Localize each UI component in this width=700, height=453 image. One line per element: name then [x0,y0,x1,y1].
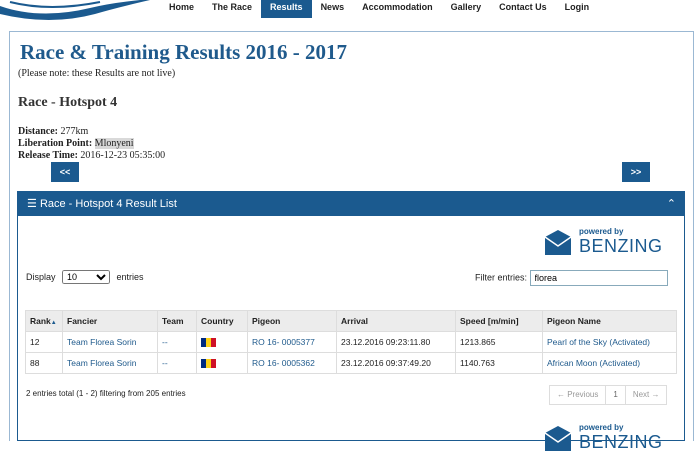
cell-team-link[interactable]: -- [157,352,197,374]
benzing-powered-by: powered by [579,227,624,236]
panel-title: Race - Hotspot 4 Result List [39,198,177,210]
content-border-left [9,31,10,441]
panel-title-wrap: ☰ Race - Hotspot 4 Result List [27,192,177,216]
results-note: (Please note: these Results are not live… [18,68,176,79]
pagination: ← Previous 1 Next → [549,385,668,405]
benzing-powered-by: powered by [579,423,624,432]
main-nav: Home The Race Results News Accommodation… [160,0,598,18]
cell-pigeon-name-link[interactable]: Pearl of the Sky (Activated) [542,331,677,353]
cell-pigeon-link[interactable]: RO 16- 0005362 [247,352,337,374]
distance-row: Distance: 277km [18,126,88,137]
benzing-envelope-icon [544,426,572,451]
benzing-wordmark: BENZING [579,432,663,452]
cell-arrival: 23.12.2016 09:23:11.80 [336,331,456,353]
release-value: 2016-12-23 05:35:00 [80,150,166,161]
cell-pigeon-name-link[interactable]: African Moon (Activated) [542,352,677,374]
page-title: Race & Training Results 2016 - 2017 [20,40,348,64]
previous-race-button[interactable]: << [51,162,79,182]
cell-rank: 12 [25,331,63,353]
cell-speed: 1140.763 [455,352,543,374]
col-fancier[interactable]: Fancier [62,310,158,332]
cell-pigeon-link[interactable]: RO 16- 0005377 [247,331,337,353]
nav-contact-us[interactable]: Contact Us [490,0,556,18]
col-rank-label: Rank [30,316,51,326]
sort-asc-icon: ▲ [50,320,57,326]
collapse-chevron-icon[interactable]: ⌃ [667,192,676,216]
pager-page-1[interactable]: 1 [606,386,626,404]
nav-home[interactable]: Home [160,0,203,18]
cell-fancier-link[interactable]: Team Florea Sorin [62,331,158,353]
cell-team-link[interactable]: -- [157,331,197,353]
romania-flag-icon [201,338,216,348]
col-country[interactable]: Country [196,310,248,332]
filter-control: Filter entries: [475,270,668,286]
content-border-right [693,31,694,441]
col-pigeon[interactable]: Pigeon [247,310,337,332]
pager-next-button[interactable]: Next → [626,386,667,404]
distance-value: 277km [60,126,89,137]
pager-previous-button[interactable]: ← Previous [550,386,607,404]
list-icon: ☰ [27,198,37,210]
cell-fancier-link[interactable]: Team Florea Sorin [62,352,158,374]
nav-gallery[interactable]: Gallery [442,0,491,18]
benzing-logo[interactable]: powered by BENZING [543,227,683,257]
liberation-value: Mlonyeni [94,138,134,149]
table-row: 12 Team Florea Sorin -- RO 16- 0005377 2… [25,331,677,353]
display-length-control: Display 10 entries [26,270,144,284]
site-logo-icon[interactable] [0,0,150,34]
display-length-select[interactable]: 10 [62,270,111,284]
cell-country [196,331,248,353]
table-header-row: Rank▲ Fancier Team Country Pigeon Arriva… [25,310,677,332]
distance-label: Distance: [18,126,58,137]
results-table: Rank▲ Fancier Team Country Pigeon Arriva… [25,310,677,374]
nav-login[interactable]: Login [556,0,599,18]
benzing-wordmark: BENZING [579,236,663,256]
release-row: Release Time: 2016-12-23 05:35:00 [18,150,165,161]
cell-arrival: 23.12.2016 09:37:49.20 [336,352,456,374]
table-summary: 2 entries total (1 - 2) filtering from 2… [26,389,186,398]
cell-rank: 88 [25,352,63,374]
nav-results[interactable]: Results [261,0,312,18]
display-label: Display [26,272,56,282]
release-label: Release Time: [18,150,78,161]
nav-news[interactable]: News [312,0,354,18]
filter-label: Filter entries: [475,272,528,283]
liberation-label: Liberation Point: [18,138,93,149]
next-race-button[interactable]: >> [622,162,650,182]
entries-label: entries [116,272,144,282]
race-title: Race - Hotspot 4 [18,95,118,110]
panel-header[interactable]: ☰ Race - Hotspot 4 Result List ⌃ [18,192,684,216]
col-rank[interactable]: Rank▲ [25,310,63,332]
cell-country [196,352,248,374]
col-speed[interactable]: Speed [m/min] [455,310,543,332]
content-border-top [9,31,694,32]
result-list-panel: ☰ Race - Hotspot 4 Result List ⌃ powered… [17,191,685,452]
col-arrival[interactable]: Arrival [336,310,456,332]
table-row: 88 Team Florea Sorin -- RO 16- 0005362 2… [25,352,677,374]
nav-the-race[interactable]: The Race [203,0,261,18]
benzing-logo-bottom[interactable]: powered by BENZING [543,423,683,453]
liberation-row: Liberation Point: Mlonyeni [18,138,134,149]
top-bar: Home The Race Results News Accommodation… [0,0,700,20]
filter-input[interactable] [529,270,668,286]
cell-speed: 1213.865 [455,331,543,353]
col-team[interactable]: Team [157,310,197,332]
nav-accommodation[interactable]: Accommodation [353,0,442,18]
col-pigeon-name[interactable]: Pigeon Name [542,310,677,332]
romania-flag-icon [201,359,216,369]
benzing-envelope-icon [544,230,572,255]
